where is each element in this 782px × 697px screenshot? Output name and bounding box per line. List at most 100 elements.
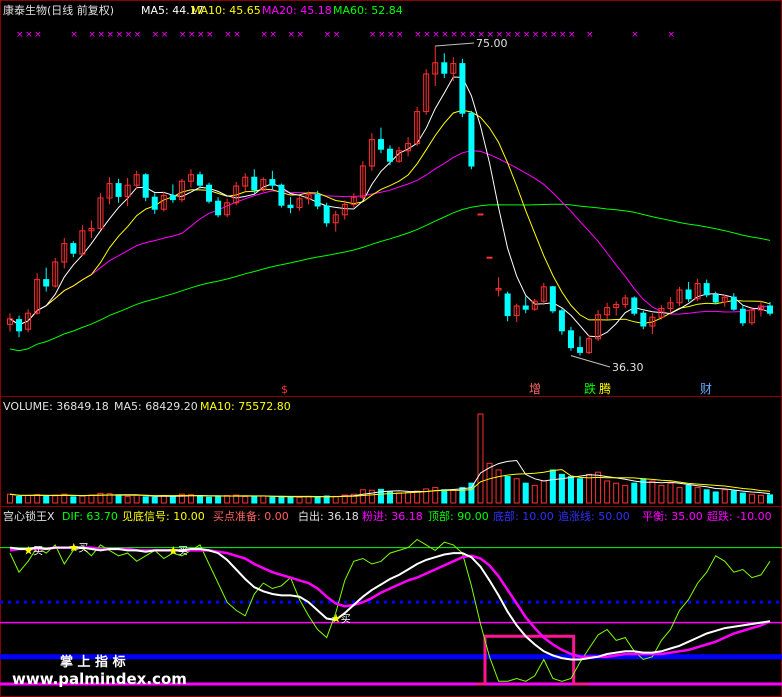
candle-body xyxy=(767,305,773,314)
indicator-header: 宫心锁王X DIF: 63.70 见底信号: 10.00 买点准备: 0.00 … xyxy=(3,509,772,523)
event-tag-zeng: 增 xyxy=(529,382,541,396)
top-signal-marker: × xyxy=(378,30,386,40)
top-line-label: 顶部: 90.00 xyxy=(428,509,489,523)
volume-bar xyxy=(586,473,593,504)
buy-label: 买 xyxy=(341,614,351,626)
candle-body xyxy=(387,148,393,162)
top-signal-marker: × xyxy=(269,30,277,40)
candle-body xyxy=(142,174,149,198)
volume-bar xyxy=(151,496,158,504)
volume-bar xyxy=(278,495,285,504)
ma60-label: MA60: 52.84 xyxy=(333,4,403,17)
top-signal-marker: × xyxy=(116,30,124,40)
volume-bar xyxy=(595,471,602,504)
volume-ma5-line xyxy=(9,459,771,498)
top-signal-marker: × xyxy=(197,30,205,40)
candle-body xyxy=(16,319,23,332)
top-signal-marker: × xyxy=(550,30,558,40)
top-signal-marker: × xyxy=(432,30,440,40)
ma5-line xyxy=(9,76,771,338)
high-price-label: 75.00 xyxy=(476,37,508,50)
buy-label: 买 xyxy=(33,545,43,557)
volume-bar xyxy=(52,494,59,504)
top-signal-marker: × xyxy=(179,30,187,40)
candle-body xyxy=(577,347,583,353)
candle-body xyxy=(685,289,692,300)
volume-bar xyxy=(34,494,41,504)
candle-body xyxy=(459,63,466,114)
volume-bar xyxy=(757,494,764,504)
top-signal-marker: × xyxy=(369,30,377,40)
buy-label: 买 xyxy=(78,543,88,555)
ma10-label: MA10: 45.65 xyxy=(191,4,261,17)
volume-bar xyxy=(70,496,77,504)
price-plot: × × × × × × × × × × × × × × × × × × × × × × × × × × × × × × × × × × × × × × × ×… xyxy=(7,30,773,368)
volume-bar xyxy=(549,469,556,504)
candle-body xyxy=(567,330,574,349)
chase-line-label: 追涨线: 50.00 xyxy=(558,509,630,523)
top-signal-marker: × xyxy=(468,30,476,40)
buy-label: 买 xyxy=(178,545,188,557)
top-signal-marker: × xyxy=(459,30,467,40)
top-signal-marker: × xyxy=(523,30,531,40)
top-signal-marker: × xyxy=(667,30,675,40)
volume-bar xyxy=(450,489,457,504)
volume-bar xyxy=(567,476,574,504)
volume-bar xyxy=(305,495,312,504)
top-signal-marker: × xyxy=(387,30,395,40)
overshoot-line-label: 超跌: -10.00 xyxy=(707,509,772,523)
candle-body xyxy=(739,308,746,324)
volume-bar xyxy=(577,478,583,504)
volume-bar xyxy=(242,495,249,504)
candle-body xyxy=(251,176,258,191)
candle-body xyxy=(486,256,493,259)
candle-body xyxy=(206,184,213,202)
volume-bar xyxy=(43,495,50,504)
candle-body xyxy=(151,196,158,210)
candle-body xyxy=(287,204,294,209)
ma20-line xyxy=(9,150,771,326)
top-signal-marker: × xyxy=(34,30,42,40)
volume-bar xyxy=(197,495,203,504)
event-tag-die: 跌 xyxy=(584,381,596,396)
signal-label: 见底信号: 10.00 xyxy=(122,509,205,523)
volume-ma5-label: MA5: 68429.20 xyxy=(114,400,198,413)
candle-body xyxy=(269,179,276,186)
watermark-url: www.palmindex.com xyxy=(12,670,187,688)
candle-body xyxy=(477,213,484,216)
event-tag-teng: 腾 xyxy=(599,381,611,396)
low-price-label: 36.30 xyxy=(612,361,644,374)
volume-bar xyxy=(269,496,276,504)
volume-bar xyxy=(613,482,620,504)
volume-bar xyxy=(622,484,629,504)
volume-bar xyxy=(748,493,755,504)
volume-bar xyxy=(477,413,484,504)
volume-plot xyxy=(7,413,773,504)
bottom-line-label: 底部: 10.00 xyxy=(493,509,554,523)
top-signal-marker: × xyxy=(414,30,422,40)
candle-body xyxy=(558,310,565,332)
candle-body xyxy=(730,296,737,310)
candle-body xyxy=(504,293,511,317)
stock-chart: 康泰生物(日线 前复权) MA5: 44.17 MA10: 45.65 MA20… xyxy=(0,0,782,697)
ma20-label: MA20: 45.18 xyxy=(262,4,332,17)
volume-bar xyxy=(694,487,701,504)
high-leader xyxy=(435,42,475,47)
volume-bar xyxy=(206,496,213,504)
top-signal-marker: × xyxy=(25,30,33,40)
volume-bar xyxy=(441,489,448,504)
volume-bar xyxy=(712,491,719,504)
top-signal-marker: × xyxy=(586,30,594,40)
top-signal-marker: × xyxy=(88,30,96,40)
top-signal-marker: × xyxy=(396,30,404,40)
top-signal-marker: × xyxy=(97,30,105,40)
white-line-label: 白出: 36.18 xyxy=(298,509,359,523)
volume-bar xyxy=(368,489,375,504)
top-signal-marker: × xyxy=(541,30,549,40)
volume-bar xyxy=(676,487,683,504)
volume-bar xyxy=(251,496,258,504)
volume-bar xyxy=(296,496,303,504)
indicator-name: 宫心锁王X xyxy=(3,509,55,523)
volume-bar xyxy=(7,493,13,504)
volume-bar xyxy=(730,490,737,504)
